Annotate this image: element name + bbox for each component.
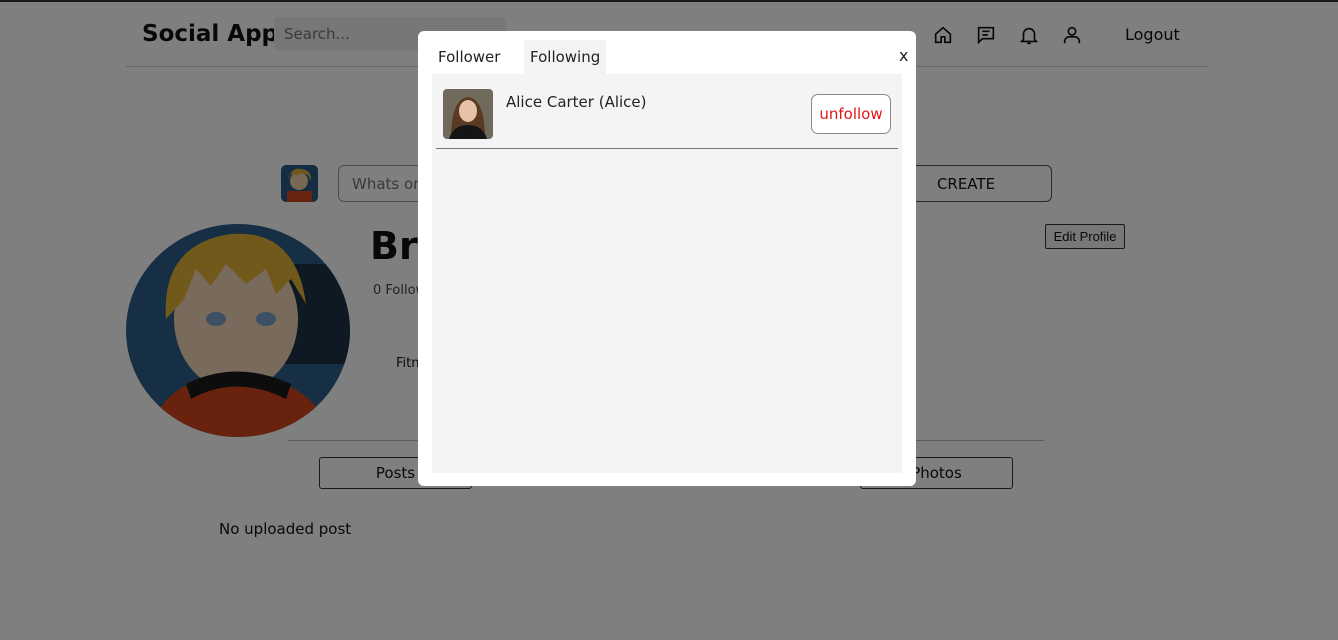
unfollow-button[interactable]: unfollow [811,94,891,134]
user-avatar[interactable] [443,89,493,139]
following-list: Alice Carter (Alice) unfollow [432,74,902,473]
close-modal-button[interactable]: x [899,46,908,65]
user-name[interactable]: Alice Carter (Alice) [506,93,647,111]
follow-modal: Follower Following x Alice Carter (Alice… [418,31,916,486]
tab-following[interactable]: Following [524,40,607,74]
tab-follower[interactable]: Follower [432,40,506,74]
list-item: Alice Carter (Alice) unfollow [436,74,898,149]
